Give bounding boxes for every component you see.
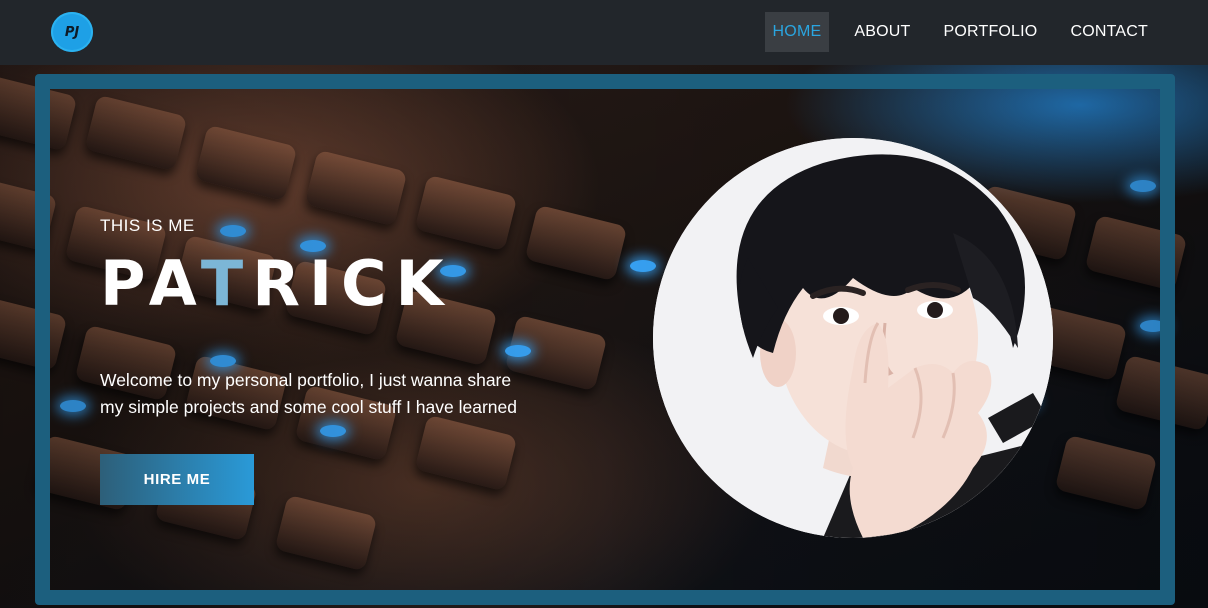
- nav-about[interactable]: ABOUT: [846, 12, 918, 52]
- name-accent-letter: T: [200, 247, 253, 320]
- nav-contact[interactable]: CONTACT: [1062, 12, 1156, 52]
- name-part-2: RICK: [252, 247, 453, 320]
- hero-eyebrow: THIS IS ME: [100, 216, 195, 235]
- profile-portrait-illustration: [653, 138, 1053, 538]
- main-nav: HOME ABOUT PORTFOLIO CONTACT: [764, 12, 1156, 52]
- name-part-1: PA: [100, 247, 201, 320]
- profile-photo: [653, 138, 1053, 538]
- intro-line-2: my simple projects and some cool stuff I…: [100, 397, 517, 417]
- logo[interactable]: PJ: [51, 12, 93, 52]
- nav-home[interactable]: HOME: [764, 12, 830, 52]
- nav-portfolio[interactable]: PORTFOLIO: [935, 12, 1045, 52]
- navbar: PJ HOME ABOUT PORTFOLIO CONTACT: [0, 0, 1208, 65]
- hero-intro: Welcome to my personal portfolio, I just…: [100, 367, 620, 421]
- intro-line-1: Welcome to my personal portfolio, I just…: [100, 370, 512, 390]
- logo-text: PJ: [64, 24, 80, 40]
- hire-me-button[interactable]: HIRE ME: [100, 454, 254, 505]
- hero-name: PATRICK: [100, 252, 453, 316]
